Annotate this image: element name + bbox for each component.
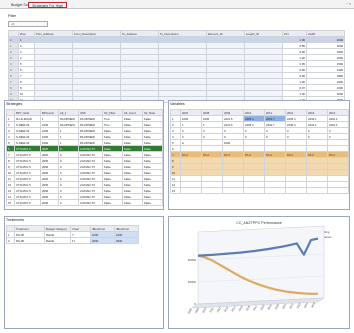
strategies-grid-cell[interactable]: False bbox=[142, 199, 163, 206]
strategies-grid-cell[interactable]: 2000 bbox=[40, 199, 59, 206]
treatments-grid-cell[interactable]: 2000 bbox=[114, 237, 139, 244]
variables-grid-cell[interactable] bbox=[180, 187, 202, 194]
variables-grid-cell[interactable] bbox=[222, 187, 244, 194]
variables-grid-cell[interactable] bbox=[243, 187, 265, 194]
chart-title: CC_ANZTPPC Performance bbox=[236, 221, 282, 225]
performance-chart: CC_ANZTPPC Performance CC_ANZTPPC Do Not… bbox=[187, 221, 332, 315]
tab-bar: Budget Scenario Strategies For High − × bbox=[0, 0, 354, 9]
variables-grid-cell[interactable] bbox=[327, 187, 349, 194]
variables-grid-cell[interactable] bbox=[306, 187, 328, 194]
treatments-grid-cell[interactable]: 17 bbox=[70, 237, 91, 244]
variables-grid-cell[interactable] bbox=[285, 187, 307, 194]
treatments-grid-row[interactable]: 2 DS-00 Rehab 17 2000 2000 bbox=[6, 237, 139, 244]
treatments-grid[interactable]: Treatment Budget Category vYear dBestCost dB… bbox=[6, 225, 139, 244]
chart-y-tick-label: 20000 bbox=[188, 258, 197, 262]
strategies-grid-row[interactable]: 15 CTN-MXL 5 2000 0 2-ROAD-TX False False False bbox=[6, 199, 163, 206]
filter-dropdown[interactable]: All bbox=[8, 21, 48, 27]
chart-axes: 010000200002008 2009 2010 2011 2012 2013 2014 2… bbox=[187, 225, 325, 315]
tab-strategies[interactable]: Strategies For High bbox=[28, 2, 67, 8]
strategies-grid-cell[interactable]: CTN-MXL 5 bbox=[14, 199, 41, 206]
variables-grid[interactable]: 2007 2008 2009 2010 2011 2012 2013 2014 1 1000 10… bbox=[170, 109, 349, 194]
treatments-title: Treatments bbox=[6, 218, 25, 222]
strategies-title: Strategies bbox=[6, 102, 23, 106]
strategies-grid[interactable]: BPY_Strat BProcedt Alt_1 UNK Str_Filter Alt_C… bbox=[6, 109, 163, 206]
strategies-grid-cell[interactable]: False bbox=[122, 199, 143, 206]
chart-back-wall bbox=[197, 225, 325, 305]
filter-label: Filter bbox=[8, 14, 16, 18]
variables-grid-cell[interactable] bbox=[201, 187, 223, 194]
sections-grid[interactable]: Row Prim_Address From_Description To_Addres… bbox=[8, 30, 345, 103]
variables-title: Variables bbox=[170, 102, 185, 106]
strategies-grid-cell[interactable]: 0 bbox=[58, 199, 79, 206]
variables-grid-row[interactable]: 13 bbox=[170, 187, 349, 194]
variables-grid-cell[interactable] bbox=[264, 187, 286, 194]
treatments-grid-cell[interactable]: DS-00 bbox=[14, 237, 45, 244]
strategies-grid-cell[interactable]: 15 bbox=[6, 199, 15, 206]
strategies-grid-cell[interactable]: 2-ROAD-TX bbox=[78, 199, 103, 206]
variables-grid-cell[interactable]: 13 bbox=[170, 187, 181, 194]
treatments-grid-cell[interactable]: 2000 bbox=[90, 237, 115, 244]
treatments-grid-cell[interactable]: Rehab bbox=[44, 237, 71, 244]
chart-y-tick-label: 10000 bbox=[188, 280, 197, 284]
window-controls[interactable]: − × bbox=[346, 2, 351, 6]
treatments-grid-cell[interactable]: 2 bbox=[6, 237, 15, 244]
strategies-grid-cell[interactable]: False bbox=[102, 199, 123, 206]
